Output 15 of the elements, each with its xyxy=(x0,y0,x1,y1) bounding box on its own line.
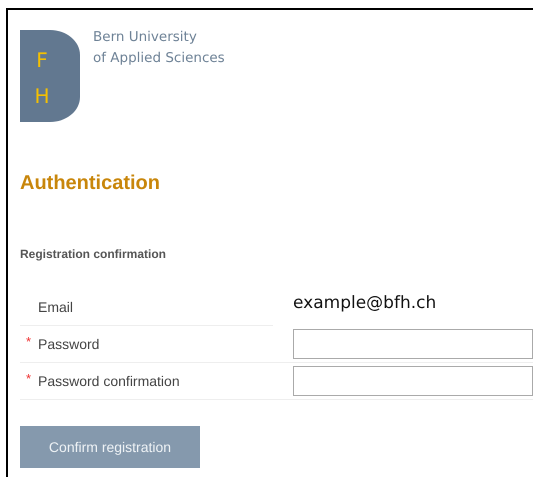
required-mark: * xyxy=(26,334,32,349)
university-name: of Applied Sciences xyxy=(93,49,225,68)
university-name: Bern University xyxy=(93,28,198,47)
email-value: example@bfh.ch xyxy=(293,292,436,312)
section-title: Registration confirmation xyxy=(20,247,168,261)
field-label: Email xyxy=(38,299,74,315)
field-label: Password xyxy=(38,336,100,352)
required-mark: * xyxy=(26,371,32,386)
confirm-registration-button[interactable]: Confirm registration xyxy=(20,426,200,468)
page-heading: Authentication xyxy=(20,172,161,195)
password-field[interactable] xyxy=(293,329,533,359)
field-label: Password confirmation xyxy=(38,373,180,389)
logo-letter: H xyxy=(34,85,50,107)
logo-letter: F xyxy=(36,49,48,71)
password-field[interactable] xyxy=(293,366,533,396)
